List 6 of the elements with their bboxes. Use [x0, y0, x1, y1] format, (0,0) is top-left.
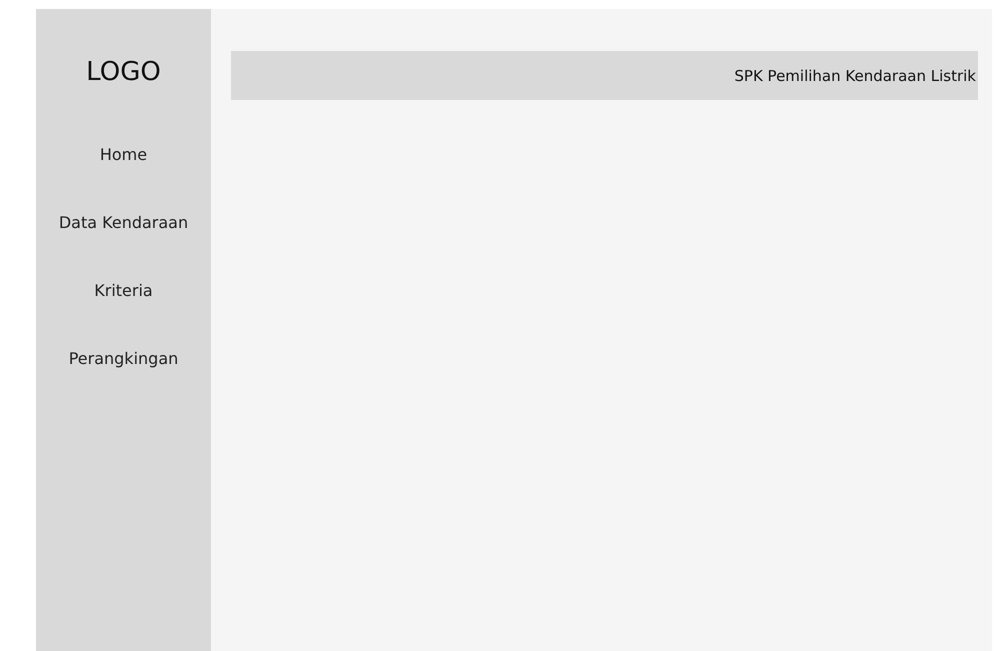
- app-title: SPK Pemilihan Kendaraan Listrik: [734, 66, 976, 84]
- logo-text: LOGO: [86, 56, 161, 88]
- nav-link[interactable]: Home: [100, 144, 148, 166]
- nav-link[interactable]: Data Kendaraan: [58, 212, 188, 234]
- nav-link[interactable]: Kriteria: [94, 280, 153, 302]
- nav-link[interactable]: Perangkingan: [68, 348, 178, 370]
